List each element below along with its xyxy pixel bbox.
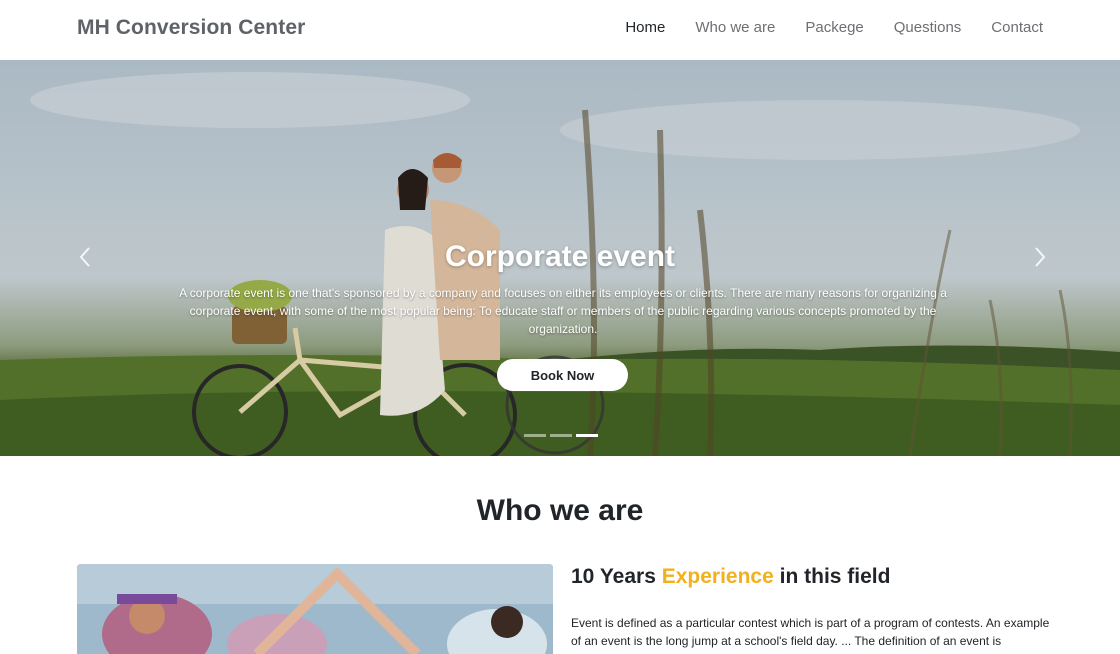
- section-title-who-we-are: Who we are: [476, 494, 644, 527]
- nav-link-who-we-are[interactable]: Who we are: [695, 19, 775, 36]
- nav-links: Home Who we are Packege Questions Contac…: [625, 19, 1043, 36]
- hero-description: A corporate event is one that's sponsore…: [179, 286, 947, 336]
- about-image: [77, 564, 553, 654]
- book-now-button[interactable]: Book Now: [497, 359, 628, 391]
- about-heading-highlight: Experience: [661, 565, 774, 588]
- hero-title: Corporate event: [444, 240, 676, 273]
- nav-link-contact[interactable]: Contact: [991, 19, 1043, 36]
- hero-carousel: Corporate event A corporate event is one…: [0, 60, 1120, 456]
- carousel-indicators: [524, 434, 598, 437]
- about-heading: 10 Years Experience in this field: [571, 565, 890, 589]
- nav-link-questions[interactable]: Questions: [894, 19, 962, 36]
- about-photo: [77, 564, 553, 654]
- brand-logo[interactable]: MH Conversion Center: [77, 16, 305, 40]
- nav-link-home[interactable]: Home: [625, 19, 665, 36]
- navbar: MH Conversion Center Home Who we are Pac…: [0, 0, 1120, 60]
- about-heading-part1: 10 Years: [571, 565, 662, 588]
- about-heading-part2: in this field: [773, 565, 891, 588]
- about-text: Event is defined as a particular contest…: [571, 616, 1050, 648]
- nav-link-package[interactable]: Packege: [805, 19, 863, 36]
- carousel-indicator-1[interactable]: [524, 434, 546, 437]
- carousel-indicator-2[interactable]: [550, 434, 572, 437]
- carousel-indicator-3[interactable]: [576, 434, 598, 437]
